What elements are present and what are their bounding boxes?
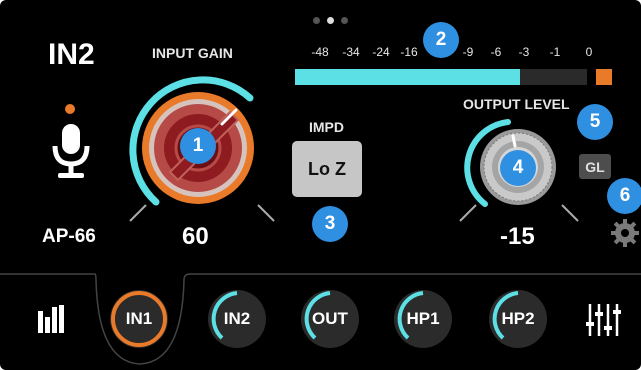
clip-indicator xyxy=(596,69,612,85)
tab-hp2[interactable]: HP2 xyxy=(489,290,547,348)
meter-scale-label: 0 xyxy=(585,45,593,59)
meter-scale-label: -24 xyxy=(372,45,390,59)
output-level-value: -15 xyxy=(500,223,535,250)
meter-scale-label: -6 xyxy=(490,45,502,59)
meter-scale-label: -48 xyxy=(311,45,329,59)
tab-label: OUT xyxy=(312,309,348,328)
gain-max-tick xyxy=(257,204,275,222)
annotation-badge-2: 2 xyxy=(423,22,459,58)
input-gain-value: 60 xyxy=(182,223,209,250)
page-dot-2[interactable] xyxy=(327,17,334,24)
input-gain-label: INPUT GAIN xyxy=(152,45,233,61)
impedance-label: IMPD xyxy=(309,119,344,135)
annotation-badge-3: 3 xyxy=(312,206,348,242)
level-meter-fill xyxy=(295,69,520,85)
microphone-icon xyxy=(52,124,90,178)
mic-model-label: AP-66 xyxy=(42,226,96,247)
tab-label: IN1 xyxy=(125,309,153,328)
annotation-badge-5: 5 xyxy=(577,104,613,140)
gl-button[interactable]: GL xyxy=(579,154,611,179)
gain-min-tick xyxy=(129,204,147,222)
tab-out[interactable]: OUT xyxy=(301,290,359,348)
meter-scale: -48 -34 -24 -16 -12 -9 -6 -3 -1 0 xyxy=(305,45,610,61)
annotation-badge-6: 6 xyxy=(607,178,641,214)
output-max-tick xyxy=(561,204,579,222)
meter-scale-label: -34 xyxy=(342,45,360,59)
meter-scale-label: -1 xyxy=(549,45,561,59)
page-dot-1[interactable] xyxy=(313,17,320,24)
impedance-button[interactable]: Lo Z xyxy=(292,141,362,197)
tab-label: HP2 xyxy=(501,309,535,328)
tab-hp1[interactable]: HP1 xyxy=(394,290,452,348)
meter-scale-label: -16 xyxy=(400,45,418,59)
device-screen: IN2 AP-66 INPUT GAIN 60 1 -48 -34 -24 -1… xyxy=(0,0,641,370)
annotation-badge-1: 1 xyxy=(180,128,216,164)
tab-label: HP1 xyxy=(406,309,440,328)
meters-view-icon[interactable] xyxy=(35,303,67,335)
tab-in1[interactable]: IN1 xyxy=(110,290,168,348)
tab-label: IN2 xyxy=(223,309,251,328)
tab-in2[interactable]: IN2 xyxy=(208,290,266,348)
page-dot-3[interactable] xyxy=(341,17,348,24)
channel-name: IN2 xyxy=(48,38,95,71)
annotation-badge-4: 4 xyxy=(500,150,536,186)
output-min-tick xyxy=(459,204,477,222)
mixer-faders-icon[interactable] xyxy=(585,302,621,338)
meter-scale-label: -9 xyxy=(462,45,474,59)
meter-scale-label: -3 xyxy=(518,45,530,59)
output-level-label: OUTPUT LEVEL xyxy=(463,96,570,112)
phantom-power-indicator-icon xyxy=(65,104,75,114)
gear-icon[interactable] xyxy=(610,218,640,248)
